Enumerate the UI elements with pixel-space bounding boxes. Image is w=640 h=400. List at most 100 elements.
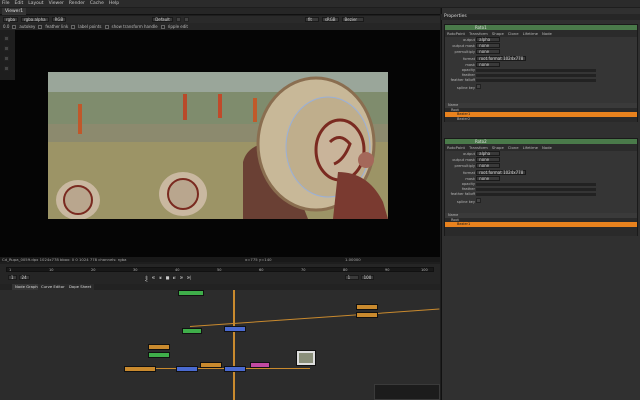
channel-alpha-dropdown[interactable]: rgba.alpha (21, 17, 49, 22)
opacity-slider[interactable] (476, 182, 597, 186)
tick-50: 50 (217, 268, 222, 272)
play-back-icon[interactable]: ◂ (157, 275, 163, 280)
tab-clone[interactable]: Clone (508, 31, 519, 36)
menu-cache[interactable]: Cache (90, 1, 104, 6)
node-orange[interactable] (356, 304, 378, 310)
tick-80: 80 (343, 268, 348, 272)
frame-field-label[interactable]: 0.0 (3, 24, 9, 29)
menu-edit[interactable]: Edit (15, 1, 24, 6)
format-dropdown[interactable]: root.format 1024x778 (476, 169, 527, 175)
stop-icon[interactable]: ■ (164, 275, 170, 280)
overlay-dropdown[interactable]: Bezier (341, 17, 364, 22)
node-blue[interactable] (224, 326, 246, 332)
node-green[interactable] (148, 352, 170, 358)
tab-transform[interactable]: Transform (469, 31, 488, 36)
tab-node[interactable]: Node (542, 145, 552, 150)
node-thumbnail[interactable] (296, 350, 316, 366)
tab-shape[interactable]: Shape (492, 31, 504, 36)
colorspace-dropdown[interactable]: RGB (51, 17, 67, 22)
frame-start-field[interactable]: 1 (8, 275, 17, 280)
node-read[interactable] (124, 366, 156, 372)
autokey-checkbox[interactable] (12, 24, 17, 29)
show-transform-handle-checkbox[interactable] (104, 24, 109, 29)
roto-toolbar: 0.0 autokey feather link label points sh… (0, 23, 440, 30)
roto2-tabs: RotoPaint Transform Shape Clone Lifetime… (445, 144, 637, 151)
node-green[interactable] (178, 290, 204, 296)
output-mask-dropdown[interactable]: none (476, 157, 501, 163)
feather-link-checkbox[interactable] (38, 24, 43, 29)
frame-end-field[interactable]: 100 (360, 275, 375, 280)
tab-node[interactable]: Node (542, 31, 552, 36)
brush-tool-icon[interactable] (4, 56, 9, 61)
feather-falloff-slider[interactable] (476, 192, 597, 196)
tab-lifetime[interactable]: Lifetime (523, 145, 538, 150)
tab-transform[interactable]: Transform (469, 145, 488, 150)
spline-key-icon[interactable] (476, 197, 482, 203)
spline-key-icon[interactable] (476, 83, 482, 89)
first-frame-icon[interactable]: |< (143, 275, 149, 283)
channels-dropdown[interactable]: rgba (3, 17, 19, 22)
feather-slider[interactable] (476, 73, 597, 77)
lut-dropdown[interactable]: sRGB (321, 17, 339, 22)
menu-viewer[interactable]: Viewer (49, 1, 64, 6)
select-tool-icon[interactable] (4, 36, 9, 41)
output-mask-dropdown[interactable]: none (476, 43, 501, 49)
ripple-edit-checkbox[interactable] (160, 24, 165, 29)
tick-90: 90 (385, 268, 390, 272)
next-key-icon[interactable]: > (178, 275, 184, 280)
roi-icon[interactable] (183, 17, 189, 22)
last-frame-icon[interactable]: >| (185, 275, 191, 280)
roto1-layer-list: Name Root Bezier1 Bezier2 (445, 103, 637, 122)
format-dropdown[interactable]: root.format 1024x778 (476, 55, 527, 61)
label-points-checkbox[interactable] (71, 24, 76, 29)
menu-layout[interactable]: Layout (28, 1, 43, 6)
node-orange[interactable] (200, 362, 222, 368)
fps-field[interactable]: 24 (18, 275, 30, 280)
overlay-icon[interactable] (175, 17, 181, 22)
node-blue[interactable] (176, 366, 198, 372)
zoom-dropdown[interactable]: fit (304, 17, 319, 22)
current-frame-field[interactable]: 1 (344, 275, 359, 280)
premultiply-dropdown[interactable]: none (476, 49, 501, 55)
node-green[interactable] (182, 328, 202, 334)
menu-render[interactable]: Render (69, 1, 85, 6)
opacity-slider[interactable] (476, 68, 597, 72)
tick-20: 20 (91, 268, 96, 272)
node-orange[interactable] (356, 312, 378, 318)
view-dropdown[interactable]: Default (152, 17, 173, 22)
node-blue[interactable] (224, 366, 246, 372)
output-dropdown[interactable]: alpha (476, 151, 501, 156)
pixel-value: 1.00000 (345, 257, 361, 262)
clone-tool-icon[interactable] (4, 66, 9, 71)
timeline-ruler[interactable]: 1 10 20 30 40 50 60 70 80 90 100 (6, 267, 434, 272)
menu-help[interactable]: Help (109, 1, 119, 6)
tab-rotopaint[interactable]: RotoPaint (447, 31, 465, 36)
node-graph-navigator[interactable] (374, 384, 440, 400)
roto1-panel: Roto1 RotoPaint Transform Shape Clone Li… (444, 24, 638, 122)
tab-clone[interactable]: Clone (508, 145, 519, 150)
output-dropdown[interactable]: alpha (476, 37, 501, 42)
tab-rotopaint[interactable]: RotoPaint (447, 145, 465, 150)
menu-file[interactable]: File (2, 1, 10, 6)
layer-bezier2[interactable]: Bezier2 (445, 117, 637, 122)
frame-illustration (48, 72, 388, 219)
mask-dropdown[interactable]: none (476, 175, 501, 181)
play-icon[interactable]: ▸ (171, 275, 177, 280)
premultiply-dropdown[interactable]: none (476, 163, 501, 169)
feather-slider[interactable] (476, 187, 597, 191)
feather-falloff-slider[interactable] (476, 78, 597, 82)
roto1-knobs: output alpha output mask none premultipl… (445, 37, 637, 91)
layer-bezier1[interactable]: Bezier1 (445, 222, 637, 227)
viewer-toolbar: rgba rgba.alpha RGB Default fit sRGB Bez… (0, 16, 440, 23)
tab-lifetime[interactable]: Lifetime (523, 31, 538, 36)
viewer-image (48, 72, 388, 219)
node-pink[interactable] (250, 362, 270, 368)
node-orange[interactable] (148, 344, 170, 350)
tab-shape[interactable]: Shape (492, 145, 504, 150)
tab-viewer1[interactable]: Viewer1 (2, 8, 27, 15)
prev-key-icon[interactable]: < (150, 275, 156, 280)
node-graph[interactable] (0, 290, 440, 400)
pipe (189, 308, 440, 327)
bezier-tool-icon[interactable] (4, 46, 9, 51)
mask-dropdown[interactable]: none (476, 61, 501, 67)
